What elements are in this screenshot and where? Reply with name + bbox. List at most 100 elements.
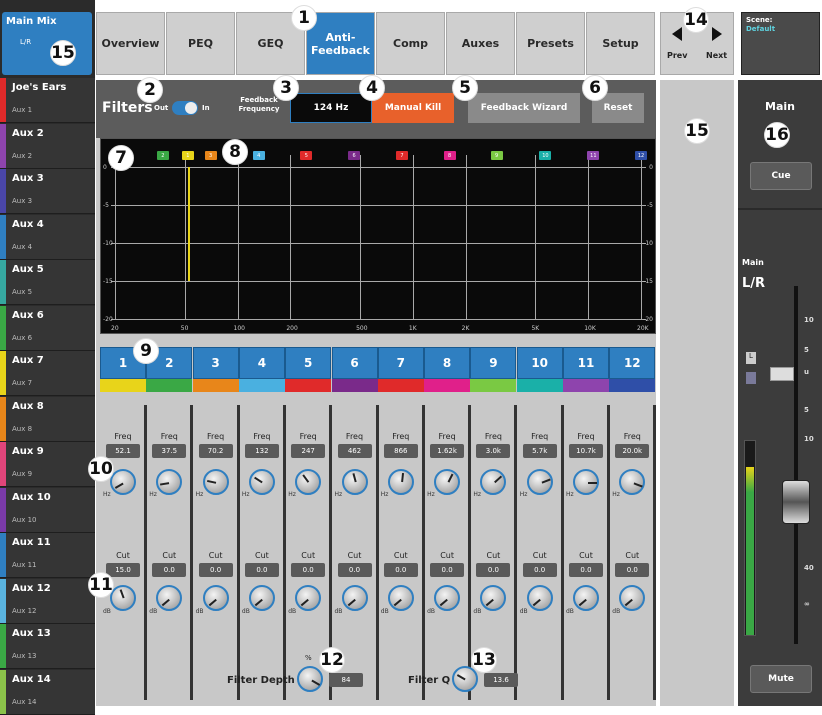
aux-name: Aux 11 [12,537,51,548]
filter-select-button[interactable]: 8 [424,347,471,379]
cut-knob[interactable] [387,585,414,611]
filter-select-button[interactable]: 12 [609,347,656,379]
freq-knob[interactable] [295,469,322,495]
freq-knob[interactable] [526,469,553,495]
sidebar-aux-item[interactable]: Aux 7 Aux 7 [0,351,95,396]
freq-knob[interactable] [434,469,461,495]
freq-knob[interactable] [110,469,136,495]
toggle-thumb [185,102,197,114]
freq-knob[interactable] [248,469,275,495]
freq-knob[interactable] [341,469,368,495]
cut-knob[interactable] [248,585,275,611]
filter-q-value: 13.6 [484,673,518,687]
filter-select-button[interactable]: 9 [470,347,517,379]
feedback-wizard-button[interactable]: Feedback Wizard [468,93,580,123]
cut-knob[interactable] [573,585,599,611]
filter-flag[interactable]: 3 [204,151,217,160]
manual-kill-button[interactable]: Manual Kill [372,93,454,123]
db-unit: dB [334,608,343,615]
cut-value: 0.0 [337,563,372,577]
sidebar-aux-item[interactable]: Aux 9 Aux 9 [0,442,95,487]
aux-color-bar [0,351,6,395]
freq-value: 866 [383,444,418,458]
hz-unit: Hz [288,491,296,498]
filter-color-strip [331,379,378,392]
cut-knob[interactable] [295,585,322,611]
fader-scale-label: ∞ [804,600,810,608]
prev-arrow-icon[interactable] [672,27,682,41]
filter-select-button[interactable]: 5 [285,347,332,379]
filter-flag[interactable]: 10 [539,151,552,160]
cut-knob[interactable] [434,585,461,611]
sidebar-aux-item[interactable]: Joe's Ears Aux 1 [0,78,95,123]
filter-flag[interactable]: 1 [181,151,194,160]
filter-flag[interactable]: 5 [300,151,313,160]
cut-knob[interactable] [619,585,646,611]
callout-9: 9 [133,338,159,364]
filter-flag[interactable]: 11 [587,151,600,160]
cut-knob[interactable] [110,585,136,611]
freq-knob[interactable] [387,469,414,495]
main-mix-button[interactable]: Main Mix L/R [2,12,92,75]
prev-button[interactable]: Prev [667,51,687,60]
next-button[interactable]: Next [706,51,727,60]
tab-6[interactable]: Presets [516,12,585,75]
sidebar-aux-item[interactable]: Aux 8 Aux 8 [0,396,95,442]
filter-select-button[interactable]: 10 [516,347,563,379]
freq-knob[interactable] [156,469,183,495]
fader-knob[interactable] [782,480,810,524]
sidebar-aux-item[interactable]: Aux 2 Aux 2 [0,123,95,169]
filter-select-button[interactable]: 7 [377,347,424,379]
cut-knob[interactable] [341,585,368,611]
tab-7[interactable]: Setup [586,12,655,75]
filter-select-button[interactable]: 11 [563,347,609,379]
filter-depth-knob[interactable] [297,666,323,692]
sidebar-aux-item[interactable]: Aux 6 Aux 6 [0,305,95,351]
aux-color-bar [0,533,6,577]
tab-5[interactable]: Auxes [446,12,515,75]
filter-flag[interactable]: 4 [252,151,265,160]
filter-flag[interactable]: 9 [490,151,503,160]
tab-0[interactable]: Overview [96,12,165,75]
sidebar-aux-item[interactable]: Aux 14 Aux 14 [0,669,95,715]
filter-flag[interactable]: 8 [443,151,456,160]
cut-knob[interactable] [526,585,553,611]
feedback-frequency-display: 124 Hz [290,93,372,123]
sidebar-aux-item[interactable]: Aux 5 Aux 5 [0,260,95,305]
next-arrow-icon[interactable] [712,27,722,41]
filter-select-button[interactable]: 6 [331,347,378,379]
sidebar-aux-item[interactable]: Aux 10 Aux 10 [0,487,95,533]
sidebar-aux-item[interactable]: Aux 13 Aux 13 [0,624,95,669]
filter-flag[interactable]: 6 [348,151,361,160]
filter-flag[interactable]: 2 [156,151,169,160]
tab-4[interactable]: Comp [376,12,445,75]
sidebar-aux-item[interactable]: Aux 11 Aux 11 [0,533,95,578]
filter-select-button[interactable]: 4 [238,347,285,379]
filter-select-button[interactable]: 3 [192,347,239,379]
scene-box[interactable]: Scene: Default [741,12,820,75]
freq-knob[interactable] [202,469,229,495]
cut-knob[interactable] [156,585,183,611]
hz-unit: Hz [473,491,482,498]
cut-label: Cut [301,551,316,560]
sidebar-aux-item[interactable]: Aux 4 Aux 4 [0,214,95,260]
freq-knob[interactable] [619,469,646,495]
db-unit: dB [103,608,111,615]
cut-knob[interactable] [480,585,507,611]
cut-knob[interactable] [202,585,229,611]
filter-flag[interactable]: 12 [635,151,647,160]
sidebar-aux-item[interactable]: Aux 12 Aux 12 [0,578,95,624]
freq-knob[interactable] [573,469,599,495]
filters-toggle[interactable] [172,101,198,115]
tab-1[interactable]: PEQ [166,12,235,75]
filter-flag[interactable]: 7 [395,151,408,160]
cue-button[interactable]: Cue [750,162,812,190]
fader-scale-label: 10 [804,435,814,443]
filter-color-strip [192,379,239,392]
freq-value: 247 [291,444,326,458]
sidebar-aux-item[interactable]: Aux 3 Aux 3 [0,169,95,214]
grid-vline [115,155,116,320]
mute-button[interactable]: Mute [750,665,812,693]
tab-bar: Overview PEQ GEQ Anti- Feedback Comp Auxes Pre… [96,12,656,75]
freq-knob[interactable] [480,469,507,495]
